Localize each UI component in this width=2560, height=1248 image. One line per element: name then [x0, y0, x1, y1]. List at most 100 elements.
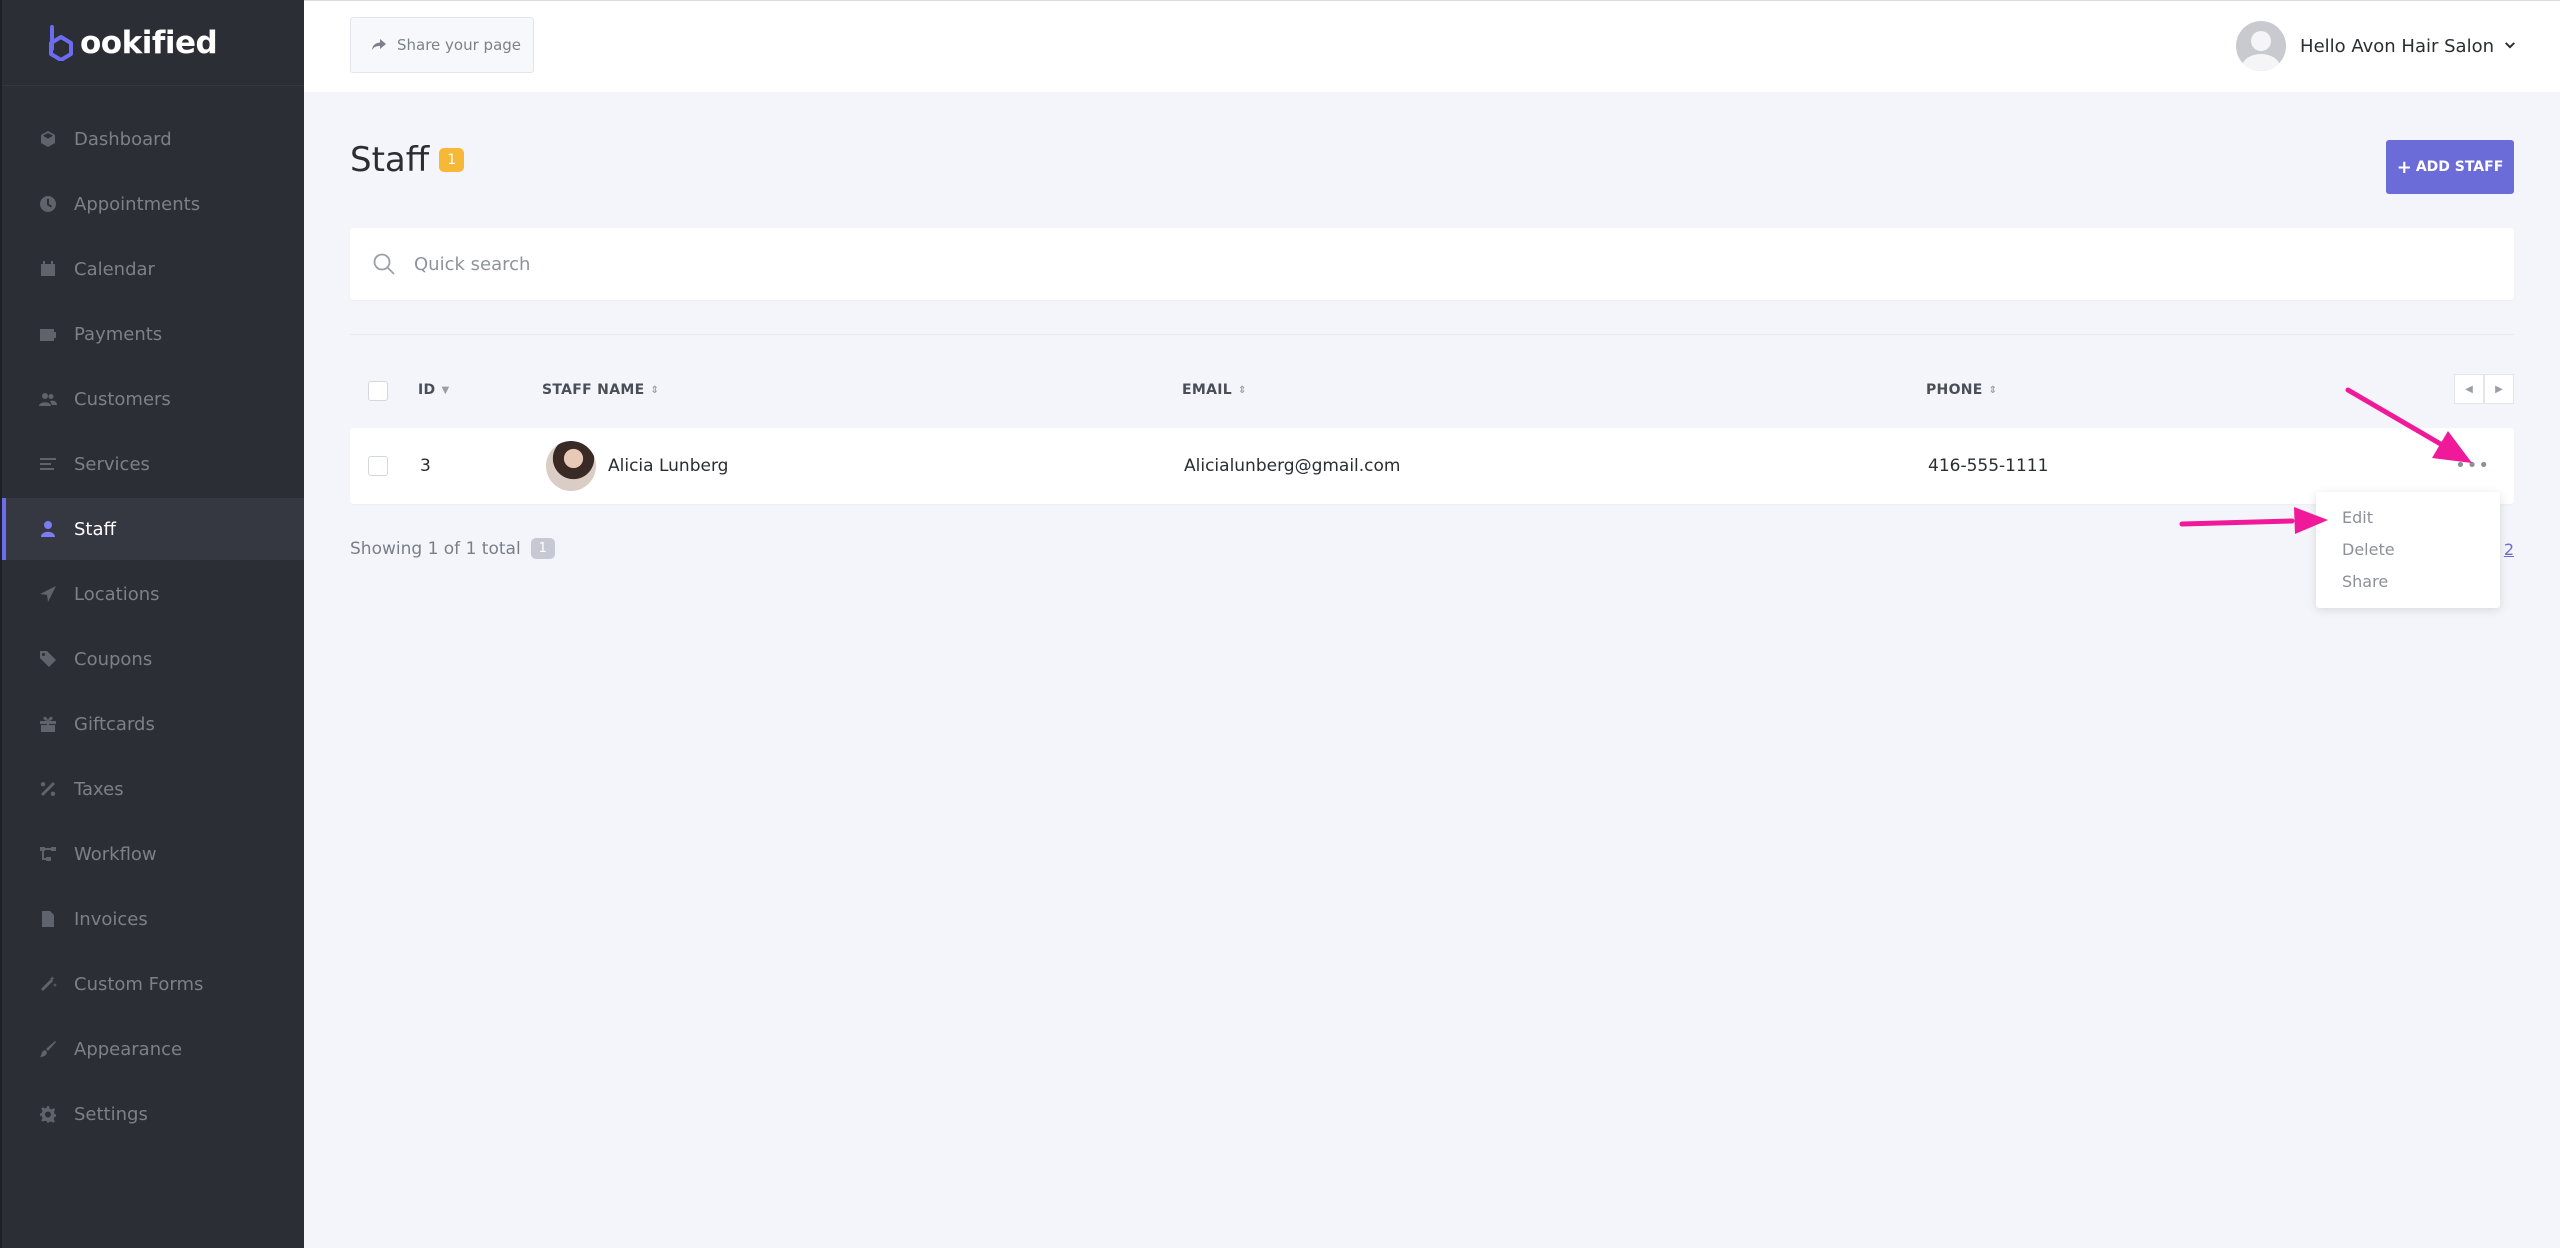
logo-text: ookified — [80, 24, 218, 61]
column-header-staff-name[interactable]: STAFF NAME ⇕ — [542, 382, 659, 398]
sort-icon: ⇕ — [650, 384, 660, 396]
logo-b-icon — [49, 24, 73, 61]
menu-item-share[interactable]: Share — [2316, 566, 2500, 598]
list-icon — [38, 454, 58, 474]
tag-icon — [38, 649, 58, 669]
search-bar — [350, 228, 2514, 300]
file-icon — [38, 909, 58, 929]
sidebar-item-dashboard[interactable]: Dashboard — [2, 108, 304, 170]
brush-icon — [38, 1039, 58, 1059]
current-page-badge[interactable]: 1 — [530, 538, 555, 559]
column-header-phone-label: PHONE — [1926, 382, 1983, 398]
sidebar-item-appearance[interactable]: Appearance — [2, 1018, 304, 1080]
gear-icon — [38, 1104, 58, 1124]
more-options-icon[interactable]: ••• — [2455, 457, 2490, 475]
user-avatar — [2236, 21, 2287, 71]
sidebar-item-custom-forms[interactable]: Custom Forms — [2, 953, 304, 1015]
sidebar-item-label: Coupons — [74, 648, 153, 670]
topbar: Share your page Hello Avon Hair Salon — [304, 0, 2560, 92]
share-page-label: Share your page — [397, 36, 522, 54]
sidebar-item-staff[interactable]: Staff — [2, 498, 304, 560]
main-content: Share your page Hello Avon Hair Salon St… — [304, 0, 2560, 1248]
column-scroll-arrows: ◀ ▶ — [2454, 374, 2514, 404]
column-header-id[interactable]: ID ▼ — [418, 382, 449, 398]
quick-search-input[interactable] — [412, 252, 2514, 276]
wallet-icon — [38, 324, 58, 344]
brand-logo[interactable]: ookified — [2, 0, 304, 86]
sidebar-item-coupons[interactable]: Coupons — [2, 628, 304, 690]
sidebar-item-invoices[interactable]: Invoices — [2, 888, 304, 950]
sidebar-item-label: Dashboard — [74, 128, 172, 150]
sidebar-item-label: Payments — [74, 323, 163, 345]
sidebar: ookified Dashboard Appointments Calendar Pa… — [0, 0, 304, 1248]
column-header-email-label: EMAIL — [1182, 382, 1232, 398]
add-staff-label: ADD STAFF — [2415, 159, 2504, 175]
workflow-icon — [38, 844, 58, 864]
sidebar-item-services[interactable]: Services — [2, 433, 304, 495]
menu-item-delete[interactable]: Delete — [2316, 534, 2500, 566]
user-greeting: Hello Avon Hair Salon — [2300, 35, 2494, 57]
sidebar-item-label: Services — [74, 453, 150, 475]
column-header-name-label: STAFF NAME — [542, 382, 645, 398]
sidebar-item-label: Staff — [74, 518, 116, 540]
app-root: ookified Dashboard Appointments Calendar Pa… — [0, 0, 2560, 1248]
location-arrow-icon — [38, 584, 58, 604]
sidebar-item-label: Appearance — [74, 1038, 183, 1060]
column-header-id-label: ID — [418, 382, 436, 398]
sidebar-item-label: Custom Forms — [74, 973, 204, 995]
sidebar-item-workflow[interactable]: Workflow — [2, 823, 304, 885]
column-header-email[interactable]: EMAIL ⇕ — [1182, 382, 1247, 398]
row-checkbox[interactable] — [368, 456, 388, 476]
column-header-phone[interactable]: PHONE ⇕ — [1926, 382, 1997, 398]
add-staff-button[interactable]: + ADD STAFF — [2386, 140, 2514, 194]
page-link[interactable]: 2 — [2504, 540, 2514, 559]
chevron-right-icon[interactable]: ▶ — [2484, 374, 2514, 404]
select-all-checkbox[interactable] — [368, 381, 388, 401]
sort-desc-icon: ▼ — [441, 384, 450, 396]
sidebar-item-label: Appointments — [74, 193, 201, 215]
chevron-left-icon[interactable]: ◀ — [2454, 374, 2484, 404]
clock-icon — [38, 194, 58, 214]
user-icon — [38, 519, 58, 539]
sidebar-item-payments[interactable]: Payments — [2, 303, 304, 365]
sidebar-item-label: Settings — [74, 1103, 148, 1125]
sidebar-item-customers[interactable]: Customers — [2, 368, 304, 430]
sidebar-item-appointments[interactable]: Appointments — [2, 173, 304, 235]
row-actions-dropdown: Edit Delete Share — [2316, 492, 2500, 608]
user-menu[interactable]: Hello Avon Hair Salon — [2236, 21, 2516, 71]
sidebar-item-settings[interactable]: Settings — [2, 1083, 304, 1145]
divider — [350, 334, 2514, 335]
sidebar-item-calendar[interactable]: Calendar — [2, 238, 304, 300]
sidebar-item-label: Locations — [74, 583, 160, 605]
gift-icon — [38, 714, 58, 734]
staff-count-badge: 1 — [439, 148, 465, 172]
share-page-button[interactable]: Share your page — [350, 17, 534, 73]
chevron-down-icon — [2505, 42, 2515, 49]
share-arrow-icon — [372, 39, 386, 50]
magic-wand-icon — [38, 974, 58, 994]
sidebar-nav: Dashboard Appointments Calendar Payments Cus… — [2, 108, 304, 1148]
search-icon — [373, 253, 395, 275]
sort-icon: ⇕ — [1988, 384, 1998, 396]
table-row[interactable]: 3 Alicia Lunberg Alicialunberg@gmail.com… — [350, 428, 2514, 504]
staff-email: Alicialunberg@gmail.com — [1184, 456, 1401, 476]
sidebar-item-giftcards[interactable]: Giftcards — [2, 693, 304, 755]
sidebar-item-label: Taxes — [74, 778, 124, 800]
sidebar-item-taxes[interactable]: Taxes — [2, 758, 304, 820]
sidebar-item-label: Calendar — [74, 258, 155, 280]
menu-item-edit[interactable]: Edit — [2316, 502, 2500, 534]
sidebar-item-label: Workflow — [74, 843, 157, 865]
sort-icon: ⇕ — [1237, 384, 1247, 396]
staff-id: 3 — [420, 456, 431, 476]
showing-text: Showing 1 of 1 total — [350, 538, 521, 559]
sidebar-item-label: Invoices — [74, 908, 148, 930]
sidebar-item-label: Giftcards — [74, 713, 155, 735]
pagination-summary: Showing 1 of 1 total 1 — [350, 538, 555, 559]
plus-icon: + — [2396, 156, 2412, 178]
staff-avatar — [546, 441, 596, 491]
annotation-arrows — [2179, 387, 2472, 534]
calendar-icon — [38, 259, 58, 279]
cube-icon — [38, 129, 58, 149]
sidebar-item-locations[interactable]: Locations — [2, 563, 304, 625]
percent-icon — [38, 779, 58, 799]
